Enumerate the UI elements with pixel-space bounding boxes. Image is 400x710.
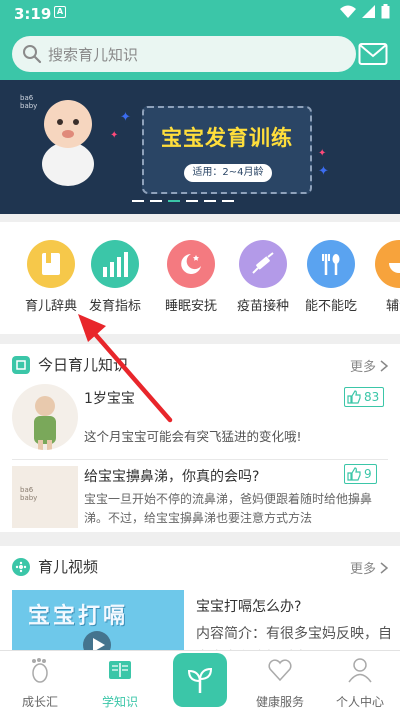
banner-title: 宝宝发育训练 [161, 126, 293, 150]
pagination-dot[interactable] [204, 200, 216, 202]
nav-label: 个人中心 [335, 695, 384, 709]
star-decoration: ✦ [318, 148, 327, 159]
bowl-icon [375, 240, 400, 288]
baby-image [42, 100, 94, 186]
pagination-dot[interactable] [132, 200, 144, 202]
like-button[interactable]: 83 [344, 387, 385, 407]
chevron-right-icon [380, 359, 388, 372]
video-section: 育儿视频 更多 宝宝打嗝 宝宝打嗝怎么办? 内容简介：有很多宝妈反映，自家宝宝在… [0, 546, 400, 650]
article-thumbnail [12, 384, 78, 450]
star-decoration: ✦ [120, 110, 131, 125]
quick-link-label: 疫苗接种 [236, 299, 289, 314]
nav-label: 成长汇 [21, 695, 58, 709]
person-icon [348, 658, 372, 683]
star-decoration: ✦ [318, 164, 329, 179]
syringe-icon [239, 240, 287, 288]
knowledge-more-link[interactable]: 更多 [350, 356, 388, 375]
pagination-dot[interactable] [222, 200, 234, 202]
video-thumbnail[interactable]: 宝宝打嗝 [12, 590, 184, 650]
video-title: 育儿视频 [38, 558, 99, 576]
banner-logo: ba6 baby [20, 94, 38, 110]
pagination-dot[interactable] [150, 200, 162, 202]
status-time: 3:19 [14, 5, 52, 23]
knowledge-title: 今日育儿知识 [38, 356, 129, 374]
search-icon [23, 45, 42, 64]
like-button[interactable]: 9 [344, 464, 377, 484]
signal-icon [362, 5, 375, 18]
video-item-title[interactable]: 宝宝打嗝怎么办? [196, 596, 301, 616]
video-item-desc: 内容简介：有很多宝妈反映，自家宝宝在吃奶时容易 [196, 626, 392, 642]
search-input[interactable]: 搜索育儿知识 [48, 44, 138, 65]
article-thumbnail: ba6 baby [12, 466, 78, 528]
banner-card: 宝宝发育训练 适用：2~4月龄 [142, 106, 312, 194]
nav-growth[interactable]: 成长汇 [2, 657, 78, 710]
promo-banner[interactable]: ba6 baby ✦ ✦ ✦ ✦ 宝宝发育训练 适用：2~4月龄 [0, 80, 400, 214]
wifi-icon [340, 5, 356, 18]
nav-home-button[interactable] [173, 653, 227, 707]
quick-link-can-eat[interactable]: 能不能吃 [296, 240, 366, 314]
nav-learn[interactable]: 学知识 [82, 657, 158, 710]
banner-subtitle: 适用：2~4月龄 [184, 164, 272, 182]
more-label: 更多 [349, 360, 376, 375]
video-thumbnail-text: 宝宝打嗝 [28, 604, 129, 629]
moon-star-icon [167, 240, 215, 288]
more-label: 更多 [349, 562, 376, 577]
pagination-dot-active[interactable] [168, 200, 180, 202]
quick-link-label: 辅食 [385, 299, 400, 314]
status-icons [340, 4, 390, 19]
knowledge-header: 今日育儿知识 [12, 354, 128, 375]
quick-link-label: 发育指标 [88, 299, 141, 314]
heart-icon [268, 659, 292, 682]
thumbs-up-icon [347, 390, 361, 404]
mail-icon[interactable] [358, 42, 388, 66]
like-count: 83 [364, 390, 380, 404]
bottom-nav: 成长汇 学知识 健康服务 个人中心 [0, 650, 400, 710]
book-icon [27, 240, 75, 288]
pagination-dot[interactable] [186, 200, 198, 202]
article-title: 1岁宝宝 [84, 391, 135, 407]
quick-link-label: 能不能吃 [304, 299, 357, 314]
quick-link-label: 育儿辞典 [24, 299, 77, 314]
notification-icon: A [54, 6, 66, 18]
knowledge-section: 今日育儿知识 更多 1岁宝宝 这个月宝宝可能会有突飞猛进的变化哦! 83 ba6… [0, 344, 400, 532]
book-icon [12, 355, 30, 374]
thumbs-up-icon [347, 467, 361, 481]
bar-chart-icon [91, 240, 139, 288]
nav-health[interactable]: 健康服务 [242, 657, 318, 710]
banner-pagination [132, 200, 234, 202]
search-bar[interactable]: 搜索育儿知识 [12, 36, 356, 72]
divider [12, 459, 388, 460]
video-header: 育儿视频 [12, 556, 98, 577]
footprint-icon [32, 658, 48, 683]
nav-label: 健康服务 [255, 695, 304, 709]
article-desc: 宝宝一旦开始不停的流鼻涕，爸妈便跟着随时给他擤鼻涕。不过，给宝宝擤鼻涕也要注意方… [84, 492, 373, 525]
article-title: 给宝宝擤鼻涕，你真的会吗? [84, 469, 260, 485]
thumbnail-logo: ba6 baby [20, 486, 38, 502]
quick-links: 育儿辞典 发育指标 睡眠安抚 疫苗接种 能不能吃 辅食 [0, 222, 400, 334]
quick-link-solid-food[interactable]: 辅食 [364, 240, 400, 314]
quick-link-dictionary[interactable]: 育儿辞典 [16, 240, 86, 314]
sprout-icon [187, 667, 213, 693]
nav-profile[interactable]: 个人中心 [322, 657, 398, 710]
quick-link-label: 睡眠安抚 [164, 299, 217, 314]
fork-spoon-icon [307, 240, 355, 288]
quick-link-sleep[interactable]: 睡眠安抚 [156, 240, 226, 314]
battery-icon [381, 4, 390, 19]
quick-link-vaccine[interactable]: 疫苗接种 [228, 240, 298, 314]
chevron-right-icon [380, 561, 388, 574]
star-decoration: ✦ [110, 130, 119, 141]
quick-link-growth[interactable]: 发育指标 [80, 240, 150, 314]
video-more-link[interactable]: 更多 [350, 558, 388, 577]
nav-label: 学知识 [101, 695, 138, 709]
film-reel-icon [12, 557, 30, 576]
book-open-icon [109, 661, 131, 679]
app-header: 3:19 A 搜索育儿知识 [0, 0, 400, 80]
article-desc: 这个月宝宝可能会有突飞猛进的变化哦! [84, 429, 302, 444]
like-count: 9 [364, 467, 372, 481]
play-icon [83, 631, 111, 650]
